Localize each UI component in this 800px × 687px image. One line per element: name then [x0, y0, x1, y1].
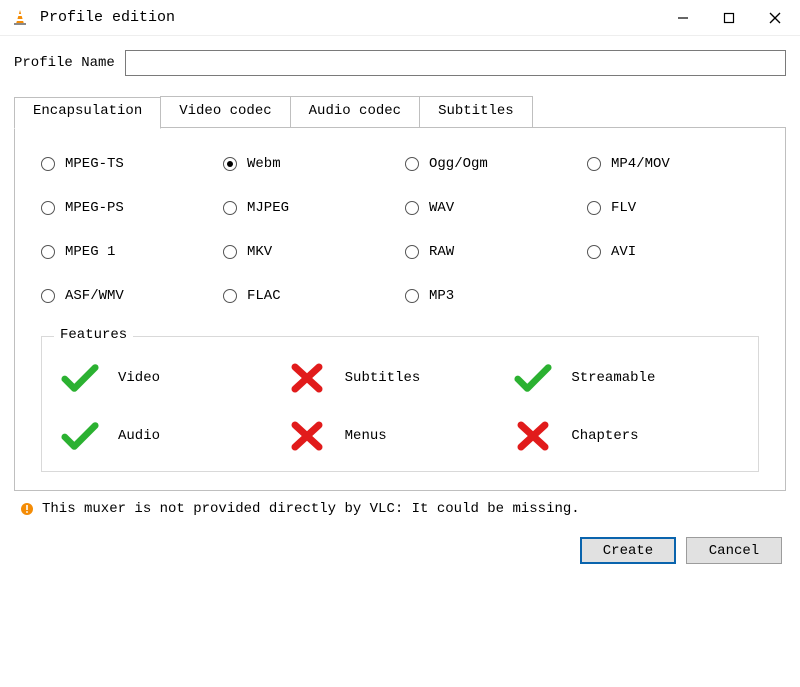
radio-label: MKV — [247, 244, 272, 260]
radio-indicator — [223, 157, 237, 171]
minimize-button[interactable] — [660, 0, 706, 36]
tab-strip: Encapsulation Video codec Audio codec Subti… — [14, 96, 786, 128]
create-button-label: Create — [603, 543, 653, 559]
feature-chapters: Chapters — [513, 421, 740, 451]
tab-panel-encapsulation: MPEG-TS Webm Ogg/Ogm MP4/MOV MPEG-PS MJPEG WAV… — [14, 127, 786, 491]
radio-indicator — [223, 289, 237, 303]
radio-label: RAW — [429, 244, 454, 260]
feature-label: Video — [118, 370, 160, 386]
tab-label: Encapsulation — [33, 103, 142, 119]
feature-video: Video — [60, 363, 287, 393]
radio-label: FLAC — [247, 288, 281, 304]
radio-label: MP4/MOV — [611, 156, 670, 172]
radio-indicator — [405, 157, 419, 171]
feature-label: Chapters — [571, 428, 638, 444]
radio-label: ASF/WMV — [65, 288, 124, 304]
check-icon — [60, 363, 100, 393]
tab-subtitles[interactable]: Subtitles — [419, 96, 533, 128]
vlc-cone-icon — [10, 8, 30, 28]
features-group: Features VideoSubtitlesStreamableAudioMe… — [41, 336, 759, 472]
window-controls — [660, 0, 798, 36]
check-icon — [513, 363, 553, 393]
title-bar: Profile edition — [0, 0, 800, 36]
feature-audio: Audio — [60, 421, 287, 451]
feature-menus: Menus — [287, 421, 514, 451]
radio-flv[interactable]: FLV — [587, 200, 759, 216]
radio-label: Webm — [247, 156, 281, 172]
create-button[interactable]: Create — [580, 537, 676, 564]
radio-indicator — [41, 157, 55, 171]
radio-indicator — [223, 245, 237, 259]
tab-label: Audio codec — [309, 103, 401, 119]
radio-indicator — [41, 245, 55, 259]
radio-label: MJPEG — [247, 200, 289, 216]
window-title: Profile edition — [40, 9, 175, 26]
tabs-container: Encapsulation Video codec Audio codec Subti… — [14, 96, 786, 491]
radio-indicator — [223, 201, 237, 215]
radio-label: MPEG-PS — [65, 200, 124, 216]
profile-name-row: Profile Name — [0, 36, 800, 86]
radio-mpeg-ts[interactable]: MPEG-TS — [41, 156, 213, 172]
radio-indicator — [41, 289, 55, 303]
feature-label: Audio — [118, 428, 160, 444]
maximize-button[interactable] — [706, 0, 752, 36]
radio-indicator — [405, 289, 419, 303]
radio-label: MPEG 1 — [65, 244, 115, 260]
tab-label: Video codec — [179, 103, 271, 119]
feature-subtitles: Subtitles — [287, 363, 514, 393]
radio-raw[interactable]: RAW — [405, 244, 577, 260]
cancel-button-label: Cancel — [709, 543, 759, 559]
radio-mpeg-ps[interactable]: MPEG-PS — [41, 200, 213, 216]
close-button[interactable] — [752, 0, 798, 36]
profile-name-label: Profile Name — [14, 55, 115, 71]
encapsulation-grid: MPEG-TS Webm Ogg/Ogm MP4/MOV MPEG-PS MJPEG WAV… — [41, 156, 759, 314]
radio-mpeg-1[interactable]: MPEG 1 — [41, 244, 213, 260]
radio-mjpeg[interactable]: MJPEG — [223, 200, 395, 216]
warning-text: This muxer is not provided directly by V… — [42, 501, 580, 517]
cross-icon — [287, 363, 327, 393]
feature-label: Menus — [345, 428, 387, 444]
tab-encapsulation[interactable]: Encapsulation — [14, 97, 161, 129]
radio-label: FLV — [611, 200, 636, 216]
radio-label: MP3 — [429, 288, 454, 304]
cancel-button[interactable]: Cancel — [686, 537, 782, 564]
warning-row: This muxer is not provided directly by V… — [20, 501, 784, 517]
radio-asf-wmv[interactable]: ASF/WMV — [41, 288, 213, 304]
cross-icon — [287, 421, 327, 451]
features-legend: Features — [54, 327, 133, 343]
radio-avi[interactable]: AVI — [587, 244, 759, 260]
cross-icon — [513, 421, 553, 451]
warning-icon — [20, 502, 34, 516]
radio-label: WAV — [429, 200, 454, 216]
tab-video-codec[interactable]: Video codec — [160, 96, 290, 128]
tab-label: Subtitles — [438, 103, 514, 119]
features-grid: Video Subtitles Streamable Audio Menus Chapte… — [60, 363, 740, 451]
radio-label: MPEG-TS — [65, 156, 124, 172]
profile-name-input[interactable] — [125, 50, 786, 76]
check-icon — [60, 421, 100, 451]
tab-audio-codec[interactable]: Audio codec — [290, 96, 420, 128]
feature-streamable: Streamable — [513, 363, 740, 393]
feature-label: Streamable — [571, 370, 655, 386]
radio-mp4-mov[interactable]: MP4/MOV — [587, 156, 759, 172]
feature-label: Subtitles — [345, 370, 421, 386]
radio-label: AVI — [611, 244, 636, 260]
dialog-buttons: Create Cancel — [0, 517, 800, 578]
radio-indicator — [405, 201, 419, 215]
radio-wav[interactable]: WAV — [405, 200, 577, 216]
radio-webm[interactable]: Webm — [223, 156, 395, 172]
radio-mkv[interactable]: MKV — [223, 244, 395, 260]
radio-flac[interactable]: FLAC — [223, 288, 395, 304]
radio-mp3[interactable]: MP3 — [405, 288, 577, 304]
radio-indicator — [405, 245, 419, 259]
radio-indicator — [587, 157, 601, 171]
radio-indicator — [587, 245, 601, 259]
radio-indicator — [41, 201, 55, 215]
radio-ogg-ogm[interactable]: Ogg/Ogm — [405, 156, 577, 172]
radio-label: Ogg/Ogm — [429, 156, 488, 172]
radio-indicator — [587, 201, 601, 215]
